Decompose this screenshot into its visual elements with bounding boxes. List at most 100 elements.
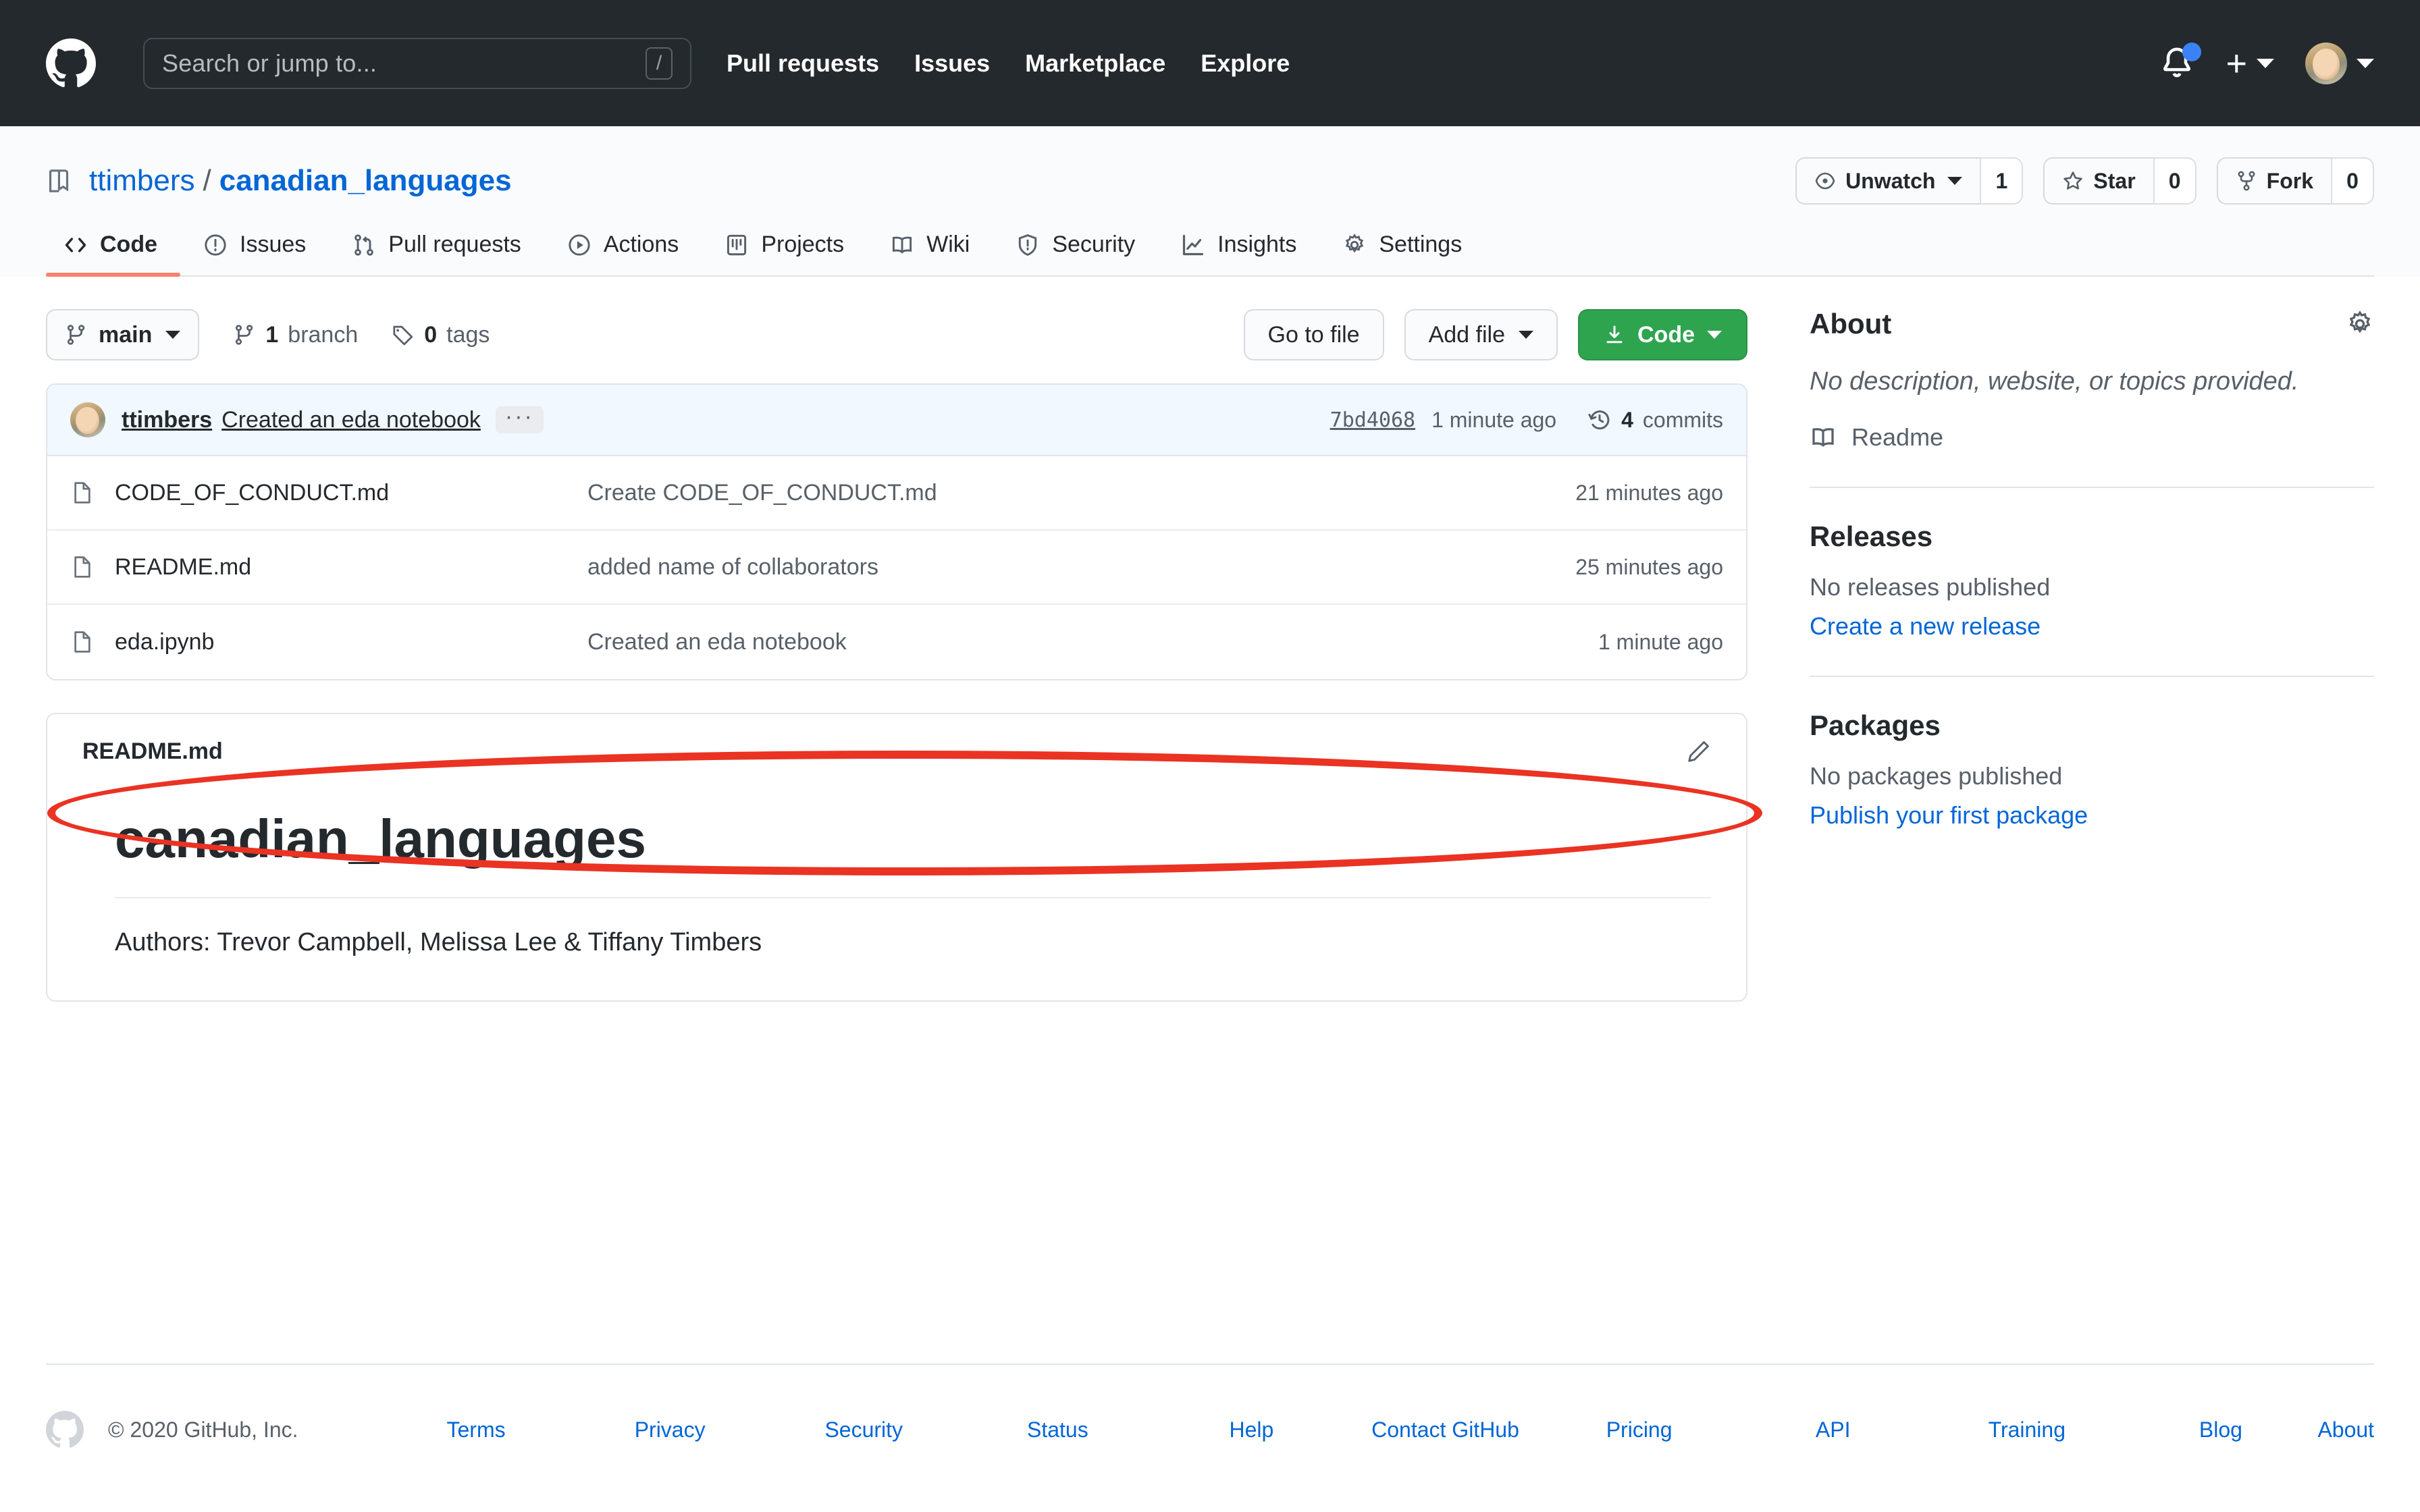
tab-projects[interactable]: Projects [702,232,867,275]
star-count[interactable]: 0 [2153,157,2197,205]
tab-code[interactable]: Code [46,232,180,277]
file-commit-message[interactable]: added name of collaborators [587,554,1575,580]
packages-empty-text: No packages published [1810,762,2063,790]
book-icon [890,233,914,257]
search-input[interactable]: Search or jump to... / [143,37,691,89]
chevron-down-icon [1519,331,1533,339]
footer-link-blog[interactable]: Blog [2124,1418,2317,1442]
repo-owner-link[interactable]: ttimbers [89,164,194,198]
shield-icon [1016,233,1040,257]
file-name-link[interactable]: eda.ipynb [115,629,587,655]
branch-selector-button[interactable]: main [46,309,200,360]
footer-link-about[interactable]: About [2317,1418,2374,1442]
packages-section: Packages No packages published Publish y… [1810,677,2374,830]
tab-actions-label: Actions [603,232,679,257]
commit-author-link[interactable]: ttimbers [122,407,212,433]
add-file-label: Add file [1428,321,1505,348]
file-toolbar: main 1 branch 0 tags Go to file Add file… [46,309,1747,360]
global-header: Search or jump to... / Pull requests Iss… [0,0,2420,126]
download-icon [1604,324,1625,346]
fork-count[interactable]: 0 [2331,157,2374,205]
footer-link-terms[interactable]: Terms [379,1418,573,1442]
footer-link-privacy[interactable]: Privacy [573,1418,767,1442]
repo-name-link[interactable]: canadian_languages [219,164,512,198]
footer-link-security[interactable]: Security [767,1418,961,1442]
tab-wiki-label: Wiki [926,232,970,257]
page-footer: © 2020 GitHub, Inc. Terms Privacy Securi… [0,1411,2420,1449]
footer-links: Terms Privacy Security Status Help Conta… [379,1418,2374,1442]
tag-icon [392,323,415,346]
code-download-button[interactable]: Code [1578,309,1747,360]
avatar [70,402,105,437]
code-button-label: Code [1637,321,1695,348]
footer-link-status[interactable]: Status [961,1418,1155,1442]
play-icon [567,233,591,257]
add-file-button[interactable]: Add file [1404,309,1558,360]
about-readme-link[interactable]: Readme [1810,423,2374,452]
unwatch-button[interactable]: Unwatch [1795,157,1980,205]
unwatch-label: Unwatch [1845,168,1936,193]
nav-issues[interactable]: Issues [914,49,990,78]
star-button[interactable]: Star [2043,157,2153,205]
footer-copyright: © 2020 GitHub, Inc. [108,1417,298,1442]
footer-link-help[interactable]: Help [1155,1418,1348,1442]
tab-insights-label: Insights [1217,232,1297,257]
tab-security[interactable]: Security [993,232,1158,275]
table-row[interactable]: eda.ipynb Created an eda notebook 1 minu… [47,605,1746,679]
user-menu-button[interactable] [2305,42,2374,84]
fork-icon [2236,170,2257,192]
tab-settings[interactable]: Settings [1319,232,1485,275]
notifications-button[interactable] [2159,42,2202,83]
file-commit-message[interactable]: Created an eda notebook [587,629,1598,655]
github-mark-icon [46,1411,84,1449]
fork-button[interactable]: Fork [2216,157,2331,205]
create-new-button[interactable]: + [2226,45,2274,82]
table-row[interactable]: CODE_OF_CONDUCT.md Create CODE_OF_CONDUC… [47,456,1746,531]
pencil-icon[interactable] [1685,739,1711,765]
file-name-link[interactable]: README.md [115,554,587,580]
tab-actions[interactable]: Actions [544,232,702,275]
nav-marketplace[interactable]: Marketplace [1025,49,1165,78]
file-name-link[interactable]: CODE_OF_CONDUCT.md [115,480,587,506]
releases-title: Releases [1810,520,1933,553]
watch-button-group: Unwatch 1 [1795,157,2024,205]
header-right-group: + [2159,42,2374,84]
chevron-down-icon [2357,58,2374,68]
table-row[interactable]: README.md added name of collaborators 25… [47,531,1746,605]
tab-pull-requests[interactable]: Pull requests [329,232,544,275]
branches-label: branch [288,321,359,348]
branches-link[interactable]: 1 branch [233,322,358,348]
footer-link-pricing[interactable]: Pricing [1542,1418,1736,1442]
commits-count-link[interactable]: 4 commits [1587,408,1723,433]
book-icon [1810,424,1837,451]
nav-pull-requests[interactable]: Pull requests [727,49,879,78]
tab-projects-label: Projects [761,232,845,257]
issue-opened-icon [203,233,228,257]
nav-explore[interactable]: Explore [1201,49,1290,78]
tab-issues[interactable]: Issues [180,232,329,275]
latest-commit-bar: ttimbers Created an eda notebook ··· 7bd… [47,385,1746,456]
notification-unread-dot [2182,42,2202,61]
commit-message-link[interactable]: Created an eda notebook [221,407,481,433]
graph-icon [1181,233,1205,257]
go-to-file-button[interactable]: Go to file [1243,309,1384,360]
fork-button-group: Fork 0 [2216,157,2374,205]
repo-book-icon [46,167,74,195]
tags-link[interactable]: 0 tags [392,322,490,348]
create-release-link[interactable]: Create a new release [1810,612,2374,641]
footer-link-training[interactable]: Training [1930,1418,2124,1442]
history-icon [1587,408,1612,432]
file-commit-time: 21 minutes ago [1575,480,1723,505]
commit-expand-button[interactable]: ··· [495,405,544,433]
footer-link-api[interactable]: API [1736,1418,1930,1442]
publish-package-link[interactable]: Publish your first package [1810,801,2374,830]
watch-count[interactable]: 1 [1980,157,2024,205]
gear-icon[interactable] [2346,310,2374,338]
commit-sha-link[interactable]: 7bd4068 [1330,408,1415,432]
tab-wiki[interactable]: Wiki [867,232,993,275]
footer-link-contact-github[interactable]: Contact GitHub [1348,1418,1542,1442]
tab-insights[interactable]: Insights [1158,232,1319,275]
file-commit-message[interactable]: Create CODE_OF_CONDUCT.md [587,480,1575,506]
github-mark-icon[interactable] [46,38,96,88]
chevron-down-icon [1707,331,1722,339]
